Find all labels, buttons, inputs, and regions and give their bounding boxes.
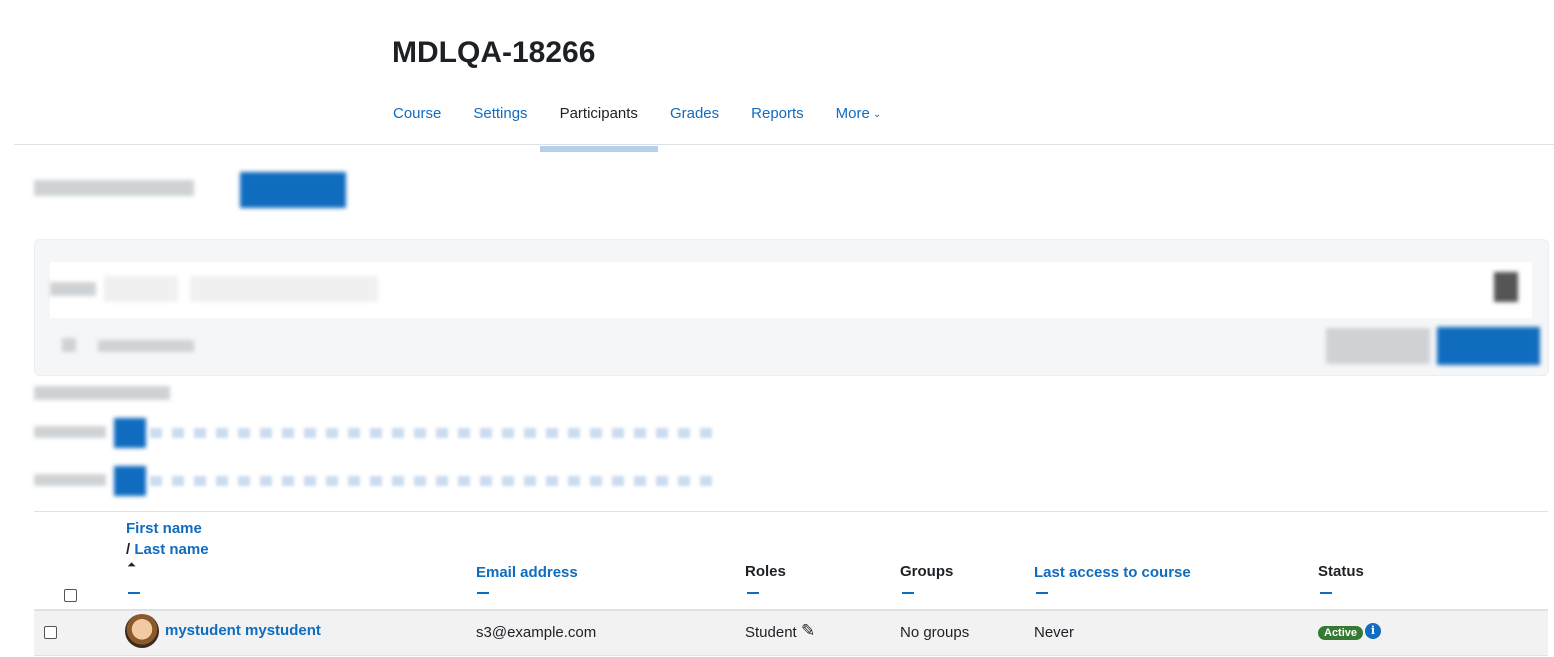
hide-status-column-icon[interactable] [1320,592,1332,594]
hide-groups-column-icon[interactable] [902,592,914,594]
sort-first-name-link[interactable]: First name [126,520,202,537]
last-initial-label-blurred [34,474,106,486]
participants-table: First name / Last name ⏶ Email address R… [34,511,1548,656]
sort-email-link[interactable]: Email address [476,564,578,581]
remove-filter-icon-blurred[interactable] [1494,272,1518,302]
status-badge: Active [1318,626,1364,640]
hide-roles-column-icon[interactable] [747,592,759,594]
secondary-navigation: Course Settings Participants Grades Repo… [377,96,898,152]
last-initial-all-button-blurred[interactable] [114,466,146,496]
select-all-checkbox[interactable] [64,589,77,602]
avatar[interactable] [125,614,159,648]
tab-settings[interactable]: Settings [457,96,543,148]
apply-filters-button-blurred[interactable] [1437,327,1540,365]
tab-grades[interactable]: Grades [654,96,735,148]
user-last-access: Never [1034,624,1075,641]
filter-match-label-blurred [50,282,96,296]
last-name-header: / Last name [126,541,209,558]
clear-filters-button-blurred[interactable] [1326,328,1430,364]
user-role: Student [745,624,797,641]
hide-email-column-icon[interactable] [477,592,489,594]
enrol-users-button-blurred[interactable] [240,172,346,208]
last-initial-letters-blurred[interactable] [150,471,815,491]
sort-last-access-link[interactable]: Last access to course [1034,564,1191,581]
nav-divider [14,144,1554,145]
tab-more[interactable]: More ⌄ [820,96,898,148]
tab-participants[interactable]: Participants [539,96,659,152]
table-header: First name / Last name ⏶ Email address R… [34,511,1548,611]
chevron-down-icon: ⌄ [872,109,882,120]
sort-last-name-link[interactable]: Last name [134,541,208,558]
first-initial-letters-blurred[interactable] [150,423,815,443]
participants-count-blurred [34,386,170,400]
info-icon[interactable]: i [1365,623,1381,639]
add-condition-link-blurred[interactable] [98,340,194,352]
table-row: mystudent mystudent s3@example.com Stude… [34,611,1548,656]
page-title: MDLQA-18266 [392,36,596,69]
tab-more-label: More [835,105,870,122]
add-condition-icon-blurred[interactable] [62,338,76,352]
user-email: s3@example.com [476,624,597,641]
filter-match-select-blurred[interactable] [104,276,178,302]
tab-reports[interactable]: Reports [735,96,820,148]
groups-header: Groups [900,563,954,580]
status-header: Status [1318,563,1364,580]
filter-type-select-blurred[interactable] [190,276,378,302]
user-groups: No groups [900,624,970,641]
first-initial-label-blurred [34,426,106,438]
user-name-link[interactable]: mystudent mystudent [165,622,321,639]
first-initial-all-button-blurred[interactable] [114,418,146,448]
roles-header: Roles [745,563,786,580]
hide-name-column-icon[interactable] [128,592,140,594]
edit-roles-icon[interactable]: ✎ [801,621,815,641]
sort-ascending-icon: ⏶ [127,559,136,571]
select-user-checkbox[interactable] [44,626,57,639]
enrolled-users-selector-blurred[interactable] [34,180,194,196]
tab-course[interactable]: Course [377,96,457,148]
hide-last-access-column-icon[interactable] [1036,592,1048,594]
